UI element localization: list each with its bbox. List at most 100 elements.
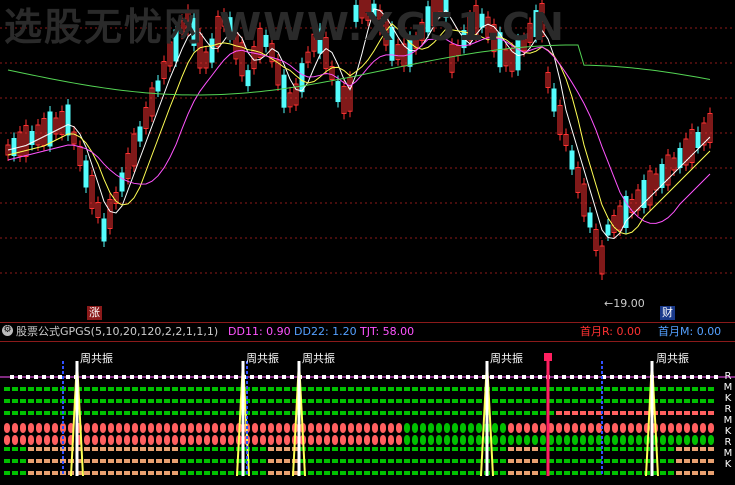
dd-dot xyxy=(562,375,566,379)
cai-badge[interactable]: 财 xyxy=(660,306,675,320)
dd-dot xyxy=(642,375,646,379)
indicator-cell xyxy=(220,387,226,391)
indicator-cell xyxy=(540,447,546,451)
indicator-cell xyxy=(460,447,466,451)
indicator-cell xyxy=(660,447,666,451)
indicator-cell xyxy=(412,459,418,463)
indicator-cell xyxy=(180,399,186,403)
indicator-cell xyxy=(692,471,698,475)
candle-body xyxy=(65,104,71,136)
indicator-cell xyxy=(228,447,234,451)
indicator-cell xyxy=(356,447,362,451)
dd-dot xyxy=(714,375,718,379)
settings-icon[interactable]: ⚙ xyxy=(2,325,13,336)
candle-body xyxy=(119,172,125,192)
indicator-cell xyxy=(228,387,234,391)
indicator-cell xyxy=(420,387,426,391)
indicator-cell xyxy=(396,435,402,445)
indicator-cell xyxy=(20,471,26,475)
indicator-cell xyxy=(284,423,290,433)
indicator-cell xyxy=(204,423,210,433)
indicator-cell xyxy=(308,387,314,391)
indicator-cell xyxy=(196,435,202,445)
indicator-cell xyxy=(580,399,586,403)
indicator-cell xyxy=(84,399,90,403)
indicator-cell xyxy=(316,411,322,415)
indicator-cell xyxy=(172,435,178,445)
indicator-cell xyxy=(380,435,386,445)
indicator-cell xyxy=(44,411,50,415)
indicator-cell xyxy=(612,423,618,433)
indicator-cell xyxy=(564,399,570,403)
indicator-cell xyxy=(396,411,402,415)
indicator-cell xyxy=(500,471,506,475)
indicator-cell xyxy=(684,471,690,475)
dd-dot xyxy=(378,375,382,379)
dd-dot xyxy=(106,375,110,379)
indicator-cell xyxy=(284,435,290,445)
indicator-cell xyxy=(428,399,434,403)
indicator-cell xyxy=(228,399,234,403)
indicator-cell xyxy=(260,399,266,403)
indicator-cell xyxy=(396,471,402,475)
indicator-cell xyxy=(52,435,58,445)
indicator-cell xyxy=(700,435,706,445)
indicator-cell xyxy=(580,471,586,475)
indicator-cell xyxy=(12,459,18,463)
indicator-cell xyxy=(324,435,330,445)
indicator-cell xyxy=(588,423,594,433)
indicator-cell xyxy=(588,447,594,451)
indicator-cell xyxy=(380,399,386,403)
indicator-cell xyxy=(4,411,10,415)
indicator-cell xyxy=(188,471,194,475)
indicator-cell xyxy=(332,399,338,403)
indicator-cell xyxy=(4,387,10,391)
dd-dot xyxy=(490,375,494,379)
indicator-cell xyxy=(308,459,314,463)
indicator-cell xyxy=(252,459,258,463)
indicator-chart[interactable]: 周共振 周共振 周共振 周共振 周共振 R M K R M K R M K xyxy=(0,341,735,481)
indicator-cell xyxy=(220,423,226,433)
indicator-cell xyxy=(532,459,538,463)
first-month-m: 首月M: 0.00 xyxy=(658,325,722,338)
indicator-cell xyxy=(132,447,138,451)
indicator-cell xyxy=(36,471,42,475)
indicator-cell xyxy=(108,447,114,451)
indicator-cell xyxy=(564,459,570,463)
indicator-cell xyxy=(388,435,394,445)
indicator-cell xyxy=(580,447,586,451)
candlestick-chart[interactable]: 选股无忧网 WWW.XG51.CN ←19.00 涨 财 xyxy=(0,0,735,322)
dd-dot xyxy=(202,375,206,379)
zhang-badge[interactable]: 涨 xyxy=(87,306,102,320)
indicator-cell xyxy=(604,423,610,433)
indicator-cell xyxy=(276,399,282,403)
indicator-cell xyxy=(388,387,394,391)
indicator-cell xyxy=(580,387,586,391)
indicator-cell xyxy=(52,411,58,415)
indicator-cell xyxy=(92,387,98,391)
indicator-cell xyxy=(668,411,674,415)
indicator-cell xyxy=(508,459,514,463)
indicator-cell xyxy=(156,387,162,391)
indicator-cell xyxy=(84,447,90,451)
indicator-cell xyxy=(316,423,322,433)
indicator-cell xyxy=(708,399,714,403)
dd-dot xyxy=(154,375,158,379)
indicator-cell xyxy=(124,387,130,391)
indicator-cell xyxy=(428,423,434,433)
indicator-cell xyxy=(100,447,106,451)
indicator-cell xyxy=(132,387,138,391)
indicator-cell xyxy=(12,399,18,403)
indicator-cell xyxy=(220,471,226,475)
indicator-cell xyxy=(92,399,98,403)
indicator-cell xyxy=(316,435,322,445)
indicator-cell xyxy=(116,459,122,463)
ma120-line xyxy=(7,44,711,96)
indicator-name[interactable]: 股票公式GPGS(5,10,20,120,2,2,1,1,1) xyxy=(16,324,218,340)
indicator-cell xyxy=(324,459,330,463)
indicator-cell xyxy=(276,447,282,451)
indicator-cell xyxy=(188,459,194,463)
indicator-cell xyxy=(436,459,442,463)
indicator-cell xyxy=(612,387,618,391)
indicator-cell xyxy=(268,411,274,415)
